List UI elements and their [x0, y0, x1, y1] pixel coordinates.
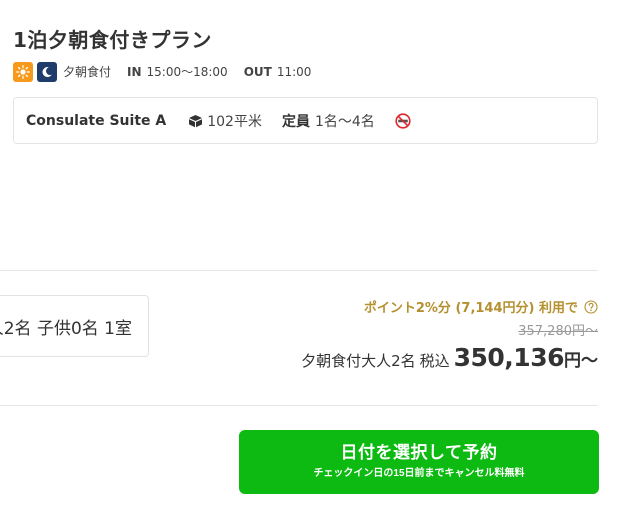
- room-size-icon: [188, 114, 203, 128]
- guest-summary: 大人2名 子供0名 1室: [0, 318, 132, 339]
- section-divider: [0, 270, 598, 271]
- plan-meta-row: 夕朝食付 IN 15:00〜18:00 OUT 11:00: [13, 61, 327, 82]
- room-info-box: Consulate Suite A 102平米 定員 1名〜4名: [13, 97, 598, 144]
- checkout-time: 11:00: [276, 64, 312, 79]
- capacity-label: 定員: [281, 113, 310, 130]
- points-usage: ポイント2%分 (7,144円分) 利用で: [364, 297, 598, 316]
- original-price: 357,280円〜: [518, 324, 598, 339]
- points-text: ポイント2%分 (7,144円分) 利用で: [363, 301, 578, 316]
- checkin-time: 15:00〜18:00: [146, 65, 228, 79]
- price-row: 夕朝食付大人2名 税込 350,136 円〜: [301, 343, 598, 372]
- section-divider-bottom: [0, 405, 598, 406]
- help-icon[interactable]: [584, 299, 598, 314]
- sun-icon: [13, 61, 33, 82]
- capacity-value: 1名〜4名: [314, 113, 375, 130]
- room-area: 102平米: [207, 113, 262, 130]
- reserve-button-sublabel: チェックイン日の15日前までキャンセル料無料: [313, 468, 525, 479]
- checkout-label: OUT: [243, 64, 272, 79]
- plan-title: 1泊夕朝食付きプラン: [13, 28, 212, 52]
- price-amount: 350,136: [453, 343, 565, 372]
- price-description: 夕朝食付大人2名: [301, 352, 416, 370]
- tax-label: 税込: [419, 352, 450, 370]
- guest-room-selector[interactable]: 大人2名 子供0名 1室: [0, 295, 149, 357]
- price-suffix: 円〜: [564, 351, 598, 371]
- reserve-button-label: 日付を選択して予約: [340, 443, 498, 462]
- checkin-label: IN: [127, 64, 142, 79]
- meal-label: 夕朝食付: [63, 65, 112, 79]
- no-smoking-icon: [395, 112, 411, 129]
- moon-icon: [37, 61, 57, 82]
- room-name: Consulate Suite A: [26, 112, 167, 129]
- reserve-button[interactable]: 日付を選択して予約 チェックイン日の15日前までキャンセル料無料: [239, 430, 599, 494]
